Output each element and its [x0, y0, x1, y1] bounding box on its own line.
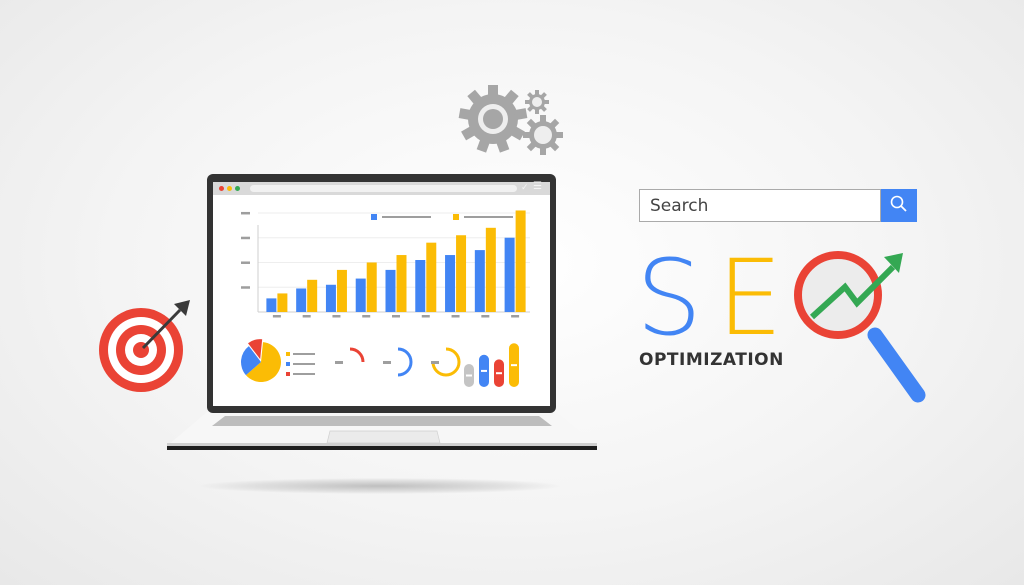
bar — [504, 237, 515, 312]
bar — [355, 278, 366, 312]
search-input[interactable] — [640, 190, 880, 221]
x-tick-label — [302, 315, 311, 318]
legend-label-placeholder — [382, 216, 431, 218]
bar — [336, 269, 347, 312]
check-icon[interactable]: ✓ — [521, 182, 529, 193]
bar — [515, 210, 526, 312]
gauge-value — [383, 361, 391, 364]
dashboard-widgets — [241, 339, 519, 387]
bar — [266, 298, 277, 312]
bar — [456, 235, 467, 312]
bar — [485, 227, 496, 312]
seo-letter-s: S — [636, 237, 703, 359]
pie-legend-swatch — [286, 362, 290, 366]
laptop-screen: ✓ ☰ — [213, 181, 550, 406]
x-tick-label — [451, 315, 460, 318]
legend-swatch — [371, 214, 377, 220]
y-tick-label — [241, 286, 250, 289]
x-tick-label — [392, 315, 400, 318]
optimization-label: OPTIMIZATION — [639, 350, 784, 370]
slider-handle — [481, 369, 487, 372]
bar — [474, 250, 485, 312]
y-tick-label — [241, 211, 250, 215]
bar — [445, 255, 456, 312]
gauge-arc — [349, 347, 365, 363]
pie-legend-line — [293, 363, 315, 365]
slider-handle — [466, 374, 472, 377]
laptop-base — [167, 412, 597, 450]
slider-handle — [511, 364, 517, 367]
pie-legend-swatch — [286, 352, 290, 356]
x-tick-label — [332, 315, 341, 318]
x-tick-label — [421, 315, 430, 318]
legend-label-placeholder — [464, 216, 513, 218]
gauge-value — [431, 361, 439, 364]
x-tick-label — [272, 315, 281, 318]
x-tick-label — [362, 315, 371, 318]
gears-icon — [458, 85, 563, 155]
browser-bar: ✓ ☰ — [213, 181, 550, 195]
search-box — [639, 189, 881, 222]
magnifier-trend-icon — [794, 251, 926, 403]
bar — [325, 284, 336, 312]
x-tick-label — [511, 315, 520, 318]
pie-legend-swatch — [286, 372, 290, 376]
target-arrow-icon — [99, 300, 190, 392]
bar — [426, 242, 437, 312]
x-tick-label — [481, 315, 490, 318]
bar — [385, 269, 396, 312]
seo-letter-e: E — [717, 237, 783, 359]
y-tick-label — [241, 261, 250, 264]
pie-legend-line — [293, 353, 315, 355]
bar — [366, 262, 377, 312]
slider-handle — [496, 372, 502, 375]
address-bar[interactable] — [250, 185, 517, 192]
gauge-value — [335, 361, 343, 364]
pie-legend-line — [293, 373, 315, 375]
bar-chart — [241, 210, 530, 318]
bar — [415, 260, 426, 312]
search-button[interactable] — [881, 189, 917, 222]
bar — [277, 293, 288, 312]
maximize-dot[interactable] — [235, 186, 240, 191]
bar — [296, 288, 307, 312]
gauge-arc — [397, 347, 413, 377]
search-icon — [890, 195, 907, 212]
legend-swatch — [453, 214, 459, 220]
y-tick-label — [241, 236, 250, 240]
menu-icon[interactable]: ☰ — [533, 181, 542, 192]
bar — [307, 279, 318, 312]
close-dot[interactable] — [219, 186, 224, 191]
laptop-shadow — [200, 478, 560, 494]
bar — [396, 255, 407, 312]
minimize-dot[interactable] — [227, 186, 232, 191]
